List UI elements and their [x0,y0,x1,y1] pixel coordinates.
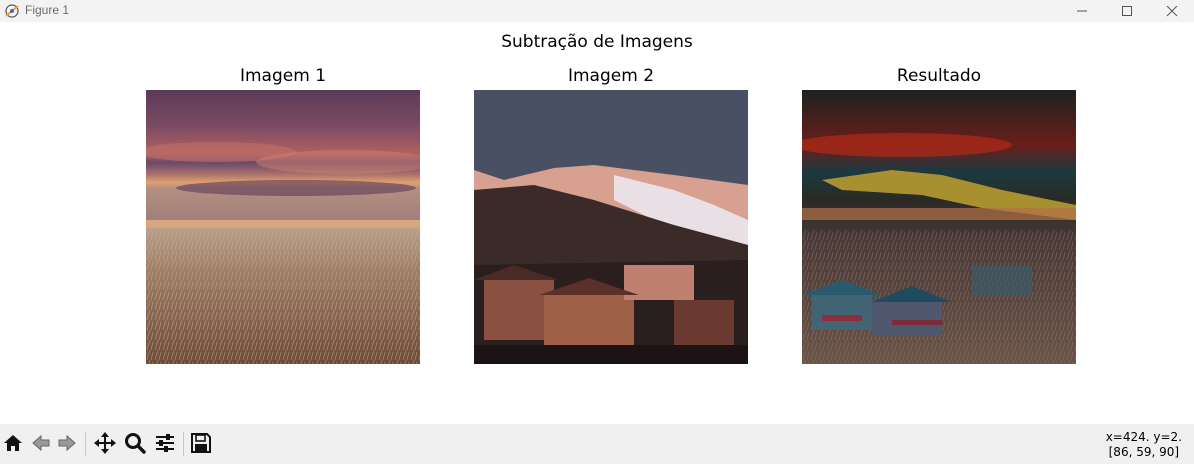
home-icon [2,432,24,458]
close-icon [1166,2,1178,21]
forward-icon [56,432,78,458]
configure-subplots-button[interactable] [152,432,178,458]
back-icon [30,432,52,458]
image-1-wheat-field [146,90,420,364]
coords-pixel-value: [86, 59, 90] [1108,445,1180,459]
coords-position: x=424. y=2. [1105,430,1182,444]
subplot-title-2: Imagem 2 [567,66,655,86]
forward-button[interactable] [54,432,80,458]
image-2-mountain-village [474,90,748,364]
home-button[interactable] [0,432,26,458]
figure-canvas[interactable]: Subtração de Imagens Imagem 1 Imagem 2 R… [0,22,1194,424]
maximize-button[interactable] [1104,0,1150,22]
save-icon [190,432,212,458]
subplot-title-3: Resultado [896,66,982,86]
figure-suptitle: Subtração de Imagens [501,32,693,52]
pan-icon [93,431,117,459]
close-button[interactable] [1149,0,1194,22]
zoom-icon [123,431,147,459]
configure-subplots-icon [153,431,177,459]
subplot-title-1: Imagem 1 [239,66,327,86]
toolbar-separator [85,432,86,456]
navigation-toolbar: x=424. y=2. [86, 59, 90] [0,424,1194,464]
cursor-coordinates: x=424. y=2. [86, 59, 90] [1106,430,1182,460]
image-3-result [802,90,1076,364]
maximize-icon [1121,2,1133,21]
back-button[interactable] [28,432,54,458]
pan-button[interactable] [92,432,118,458]
minimize-icon [1076,2,1088,21]
window-titlebar: Figure 1 [0,0,1194,22]
save-button[interactable] [188,432,214,458]
window-title: Figure 1 [25,3,70,17]
toolbar-separator [183,432,184,456]
matplotlib-figure-icon [3,2,21,20]
minimize-button[interactable] [1059,0,1105,22]
zoom-button[interactable] [122,432,148,458]
